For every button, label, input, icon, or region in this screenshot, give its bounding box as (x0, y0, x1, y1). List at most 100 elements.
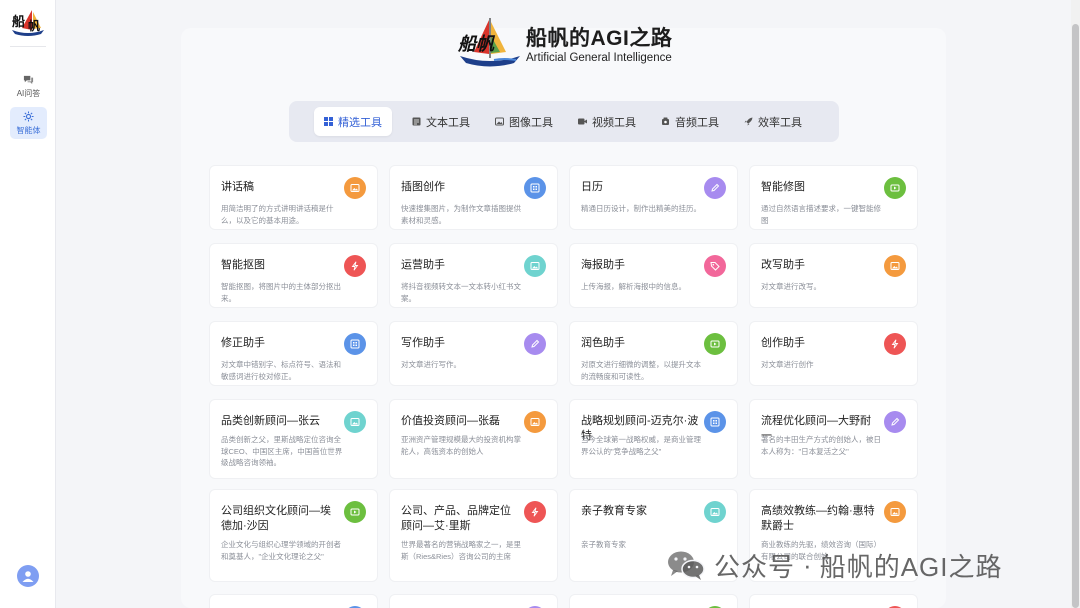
rocket-icon (744, 117, 753, 126)
tool-card-description: 世界最著名的营销战略家之一，是里斯（Ries&Ries）咨询公司的主席 (401, 540, 521, 561)
tab-label: 音频工具 (675, 116, 719, 129)
tool-card-title: 讲话稿 (221, 181, 254, 193)
tab-audio-tools[interactable]: 音频工具 (651, 107, 729, 136)
video-icon (578, 117, 587, 126)
tool-card[interactable]: 战略规划顾问-迈克尔·波特 当今全球第一战略权威，是商业管理界公认的"竞争战略之父… (569, 399, 738, 479)
tool-card-description: 对文章进行写作。 (401, 360, 461, 369)
pencil-icon (884, 411, 906, 433)
tool-card-title: 智能修图 (761, 181, 805, 193)
tab-featured-tools[interactable]: 精选工具 (314, 107, 392, 136)
tool-card-description: 智能抠图，将图片中的主体部分抠出来。 (221, 282, 341, 303)
sidebar-item-label: AI问答 (16, 88, 41, 98)
tool-card[interactable]: 价值投资顾问—张磊亚洲资产管理规模最大的投资机构掌舵人，高瓴资本的创始人 (389, 399, 558, 479)
tool-card-description: 品类创新之父，里斯战略定位咨询全球CEO、中国区主席，中国首位世界级战略咨询领袖… (221, 435, 343, 467)
tab-label: 文本工具 (426, 116, 470, 129)
pencil-icon (524, 333, 546, 355)
tool-card-title: 公司、产品、品牌定位顾问—艾·里斯 (401, 505, 511, 532)
image-icon (344, 177, 366, 199)
tab-text-tools[interactable]: 文本工具 (402, 107, 480, 136)
tool-card-description: 对文章进行改写。 (761, 282, 821, 291)
bolt-icon (884, 333, 906, 355)
watermark: 公众号 · 船帆的AGI之路 (666, 546, 1002, 584)
svg-text:帆: 帆 (28, 18, 40, 33)
tool-card-title: 改写助手 (761, 259, 805, 271)
tool-card[interactable] (749, 594, 918, 608)
tool-card[interactable] (209, 594, 378, 608)
tool-card-description: 对文章中错别字、标点符号、语法和敏感词进行校对修正。 (221, 360, 341, 381)
image-icon (884, 501, 906, 523)
tool-card-title: 写作助手 (401, 337, 445, 349)
watermark-separator: · (803, 549, 812, 580)
tool-card-title: 品类创新顾问—张云 (221, 415, 320, 427)
tool-card[interactable]: 日历 精通日历设计，制作出精美的挂历。 (569, 165, 738, 230)
tool-card[interactable]: 品类创新顾问—张云品类创新之父，里斯战略定位咨询全球CEO、中国区主席，中国首位… (209, 399, 378, 479)
sidebar-item-agents[interactable]: 智能体 (10, 107, 47, 139)
agent-icon (23, 111, 35, 123)
chat-icon (23, 74, 35, 86)
tool-card-title: 亲子教育专家 (581, 505, 647, 517)
tool-card-title: 创作助手 (761, 337, 805, 349)
tab-image-tools[interactable]: 图像工具 (485, 107, 563, 136)
grid-icon (524, 177, 546, 199)
tool-card-description: 亚洲资产管理规模最大的投资机构掌舵人，高瓴资本的创始人 (401, 435, 521, 456)
watermark-prefix: 公众号 (714, 551, 796, 582)
svg-text:船: 船 (12, 14, 25, 30)
tool-card[interactable] (569, 594, 738, 608)
left-sidebar: 船 帆 AI问答 智能体 (0, 0, 56, 608)
tool-card[interactable]: 公司、产品、品牌定位顾问—艾·里斯世界最著名的营销战略家之一，是里斯（Ries&… (389, 489, 558, 582)
tool-card-description: 对文章进行创作 (761, 360, 814, 369)
tool-card[interactable] (389, 594, 558, 608)
video-icon (344, 501, 366, 523)
tool-card-description: 企业文化与组织心理学领域的开创者和奠基人，"企业文化理论之父" (221, 540, 341, 561)
sidebar-logo[interactable]: 船 帆 (8, 6, 48, 40)
image-icon (704, 501, 726, 523)
tool-card[interactable]: 改写助手对文章进行改写。 (749, 243, 918, 308)
tab-label: 精选工具 (338, 116, 382, 129)
tool-card[interactable]: 公司组织文化顾问—埃德加·沙因 企业文化与组织心理学领域的开创者和奠基人，"企业文… (209, 489, 378, 582)
tool-card-description: 当今全球第一战略权威，是商业管理界公认的"竞争战略之父" (581, 435, 701, 456)
brand-logo-icon: 船帆 (457, 18, 520, 67)
tab-label: 效率工具 (758, 116, 802, 129)
tool-card[interactable]: 润色助手对原文进行细微的调整，以提升文本的流畅度和可读性。 (569, 321, 738, 386)
video-icon (884, 177, 906, 199)
tool-card[interactable]: 智能抠图智能抠图，将图片中的主体部分抠出来。 (209, 243, 378, 308)
sidebar-item-ai-qa[interactable]: AI问答 (10, 70, 47, 102)
image-icon (495, 117, 504, 126)
sidebar-divider (10, 46, 46, 47)
sidebar-item-label: 智能体 (16, 125, 41, 135)
tool-card[interactable]: 创作助手对文章进行创作 (749, 321, 918, 386)
page-scrollbar[interactable] (1071, 0, 1080, 608)
scrollbar-thumb[interactable] (1072, 24, 1079, 608)
tool-card-title: 价值投资顾问—张磊 (401, 415, 500, 427)
tab-efficiency-tools[interactable]: 效率工具 (734, 107, 812, 136)
tool-card-description: 精通日历设计，制作出精美的挂历。 (581, 204, 701, 213)
video-icon (704, 333, 726, 355)
tool-card-title: 修正助手 (221, 337, 265, 349)
tool-card[interactable]: 流程优化顾问—大野耐一 著名的丰田生产方式的创始人，被日本人称为："日本复活之父" (749, 399, 918, 479)
svg-text:船帆: 船帆 (457, 34, 496, 55)
brand-title: 船帆的AGI之路 (526, 27, 673, 50)
tool-card-title: 智能抠图 (221, 259, 265, 271)
tool-card-description: 著名的丰田生产方式的创始人，被日本人称为："日本复活之父" (761, 435, 881, 456)
tool-card-title: 插图创作 (401, 181, 445, 193)
tab-label: 图像工具 (509, 116, 553, 129)
tool-card[interactable]: 修正助手对文章中错别字、标点符号、语法和敏感词进行校对修正。 (209, 321, 378, 386)
user-avatar[interactable] (17, 565, 39, 587)
tool-card-description: 通过自然语言描述要求，一键智能修图 (761, 204, 881, 225)
watermark-name: 船帆的AGI之路 (819, 551, 1003, 582)
tool-card[interactable]: 智能修图通过自然语言描述要求，一键智能修图 (749, 165, 918, 230)
tool-card-description: 对原文进行细微的调整，以提升文本的流畅度和可读性。 (581, 360, 701, 381)
tool-card[interactable]: 运营助手 将抖音视频转文本一文本转小红书文案。 (389, 243, 558, 308)
tool-card[interactable]: 海报助手 上传海报，解析海报中的信息。 (569, 243, 738, 308)
image-icon (524, 255, 546, 277)
image-icon (524, 411, 546, 433)
tab-label: 视频工具 (592, 116, 636, 129)
tab-video-tools[interactable]: 视频工具 (568, 107, 646, 136)
tool-card[interactable]: 讲话稿用简洁明了的方式讲明讲话稿是什么，以及它的基本用途。 (209, 165, 378, 230)
tool-card-title: 润色助手 (581, 337, 625, 349)
tag-icon (704, 255, 726, 277)
tool-card[interactable]: 插图创作快速搜集图片，为制作文章插图提供素材和灵感。 (389, 165, 558, 230)
tool-card[interactable]: 写作助手对文章进行写作。 (389, 321, 558, 386)
tool-card-description: 用简洁明了的方式讲明讲话稿是什么，以及它的基本用途。 (221, 204, 334, 225)
tool-card-description: 快速搜集图片，为制作文章插图提供素材和灵感。 (401, 204, 521, 225)
